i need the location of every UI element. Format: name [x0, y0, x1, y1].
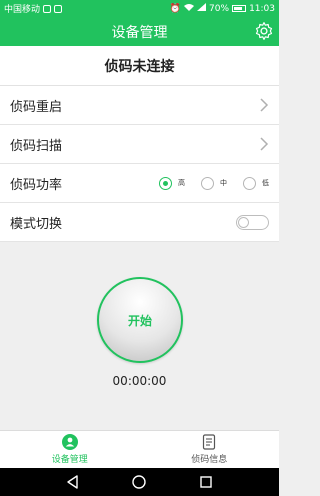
- person-icon: [61, 434, 78, 450]
- timer: 00:00:00: [112, 374, 167, 388]
- battery-icon: [232, 5, 247, 12]
- system-nav-bar: [0, 468, 279, 496]
- wifi-icon: [184, 3, 195, 14]
- home-icon[interactable]: [131, 474, 147, 490]
- tab-label: 侦码信息: [191, 455, 228, 465]
- power-option-label: 高: [178, 179, 185, 187]
- power-row: 侦码功率 高 中 低: [0, 164, 279, 203]
- page-title: 设备管理: [111, 24, 168, 41]
- mode-toggle[interactable]: [236, 214, 269, 230]
- radio-button[interactable]: [159, 176, 172, 190]
- settings-list: 侦码重启 侦码扫描 侦码功率 高 中 低 模式切换: [0, 86, 279, 242]
- mode-label: 模式切换: [10, 216, 63, 232]
- power-option-medium[interactable]: 中: [201, 176, 227, 190]
- power-radio-group: 高 中 低: [159, 176, 269, 190]
- clock: 11:03: [249, 3, 275, 14]
- status-bar: 中国移动 ⏰ 70% 11:03: [0, 0, 279, 17]
- connection-status-text: 侦码未连接: [104, 58, 175, 75]
- toggle-knob: [238, 216, 249, 228]
- power-label: 侦码功率: [10, 177, 63, 193]
- tab-device-management[interactable]: 设备管理: [0, 431, 140, 468]
- restart-label: 侦码重启: [10, 99, 63, 115]
- radio-button[interactable]: [243, 176, 256, 190]
- notification-icon: [43, 4, 52, 13]
- power-option-label: 低: [262, 179, 269, 187]
- scan-row[interactable]: 侦码扫描: [0, 125, 279, 164]
- chevron-right-icon: [260, 137, 269, 151]
- alarm-icon: ⏰: [169, 3, 182, 14]
- radio-button[interactable]: [201, 176, 214, 190]
- signal-icon: [197, 3, 207, 14]
- restart-row[interactable]: 侦码重启: [0, 86, 279, 125]
- mode-row: 模式切换: [0, 203, 279, 242]
- carrier-label: 中国移动: [4, 5, 41, 15]
- connection-status: 侦码未连接: [0, 46, 279, 86]
- scan-label: 侦码扫描: [10, 138, 63, 154]
- gear-icon[interactable]: [254, 21, 274, 41]
- power-option-label: 中: [220, 179, 227, 187]
- notification-icon: [54, 4, 63, 13]
- document-icon: [203, 434, 216, 450]
- tab-label: 设备管理: [51, 455, 88, 465]
- back-icon[interactable]: [65, 474, 81, 490]
- start-button[interactable]: 开始: [97, 277, 183, 363]
- power-option-high[interactable]: 高: [159, 176, 185, 190]
- tab-code-info[interactable]: 侦码信息: [140, 431, 280, 468]
- bottom-tab-bar: 设备管理 侦码信息: [0, 430, 279, 468]
- battery-percent: 70%: [209, 3, 230, 14]
- start-button-label: 开始: [127, 313, 152, 328]
- app-header: 设备管理: [0, 17, 279, 46]
- power-option-low[interactable]: 低: [243, 176, 269, 190]
- recents-icon[interactable]: [198, 474, 214, 490]
- chevron-right-icon: [260, 98, 269, 112]
